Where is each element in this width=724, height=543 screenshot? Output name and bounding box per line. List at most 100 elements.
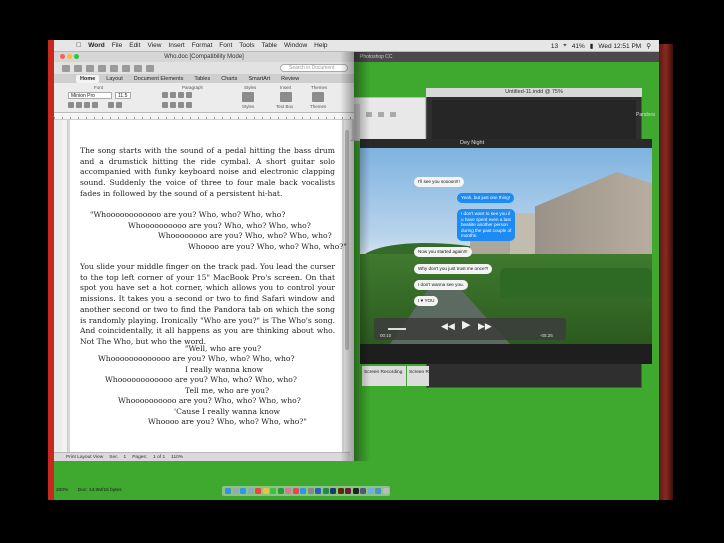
search-icon[interactable]: ⚲ bbox=[646, 42, 651, 50]
messages-icon[interactable] bbox=[270, 488, 276, 494]
music-icon[interactable] bbox=[292, 488, 299, 494]
excel-icon[interactable] bbox=[322, 488, 329, 494]
bullets-icon[interactable] bbox=[162, 92, 168, 98]
video-titlebar[interactable]: Dey Night bbox=[360, 139, 652, 148]
menu-view[interactable]: View bbox=[147, 42, 161, 49]
facetime-icon[interactable] bbox=[277, 488, 284, 494]
search-input[interactable]: Search in Document bbox=[280, 64, 348, 72]
print-icon[interactable] bbox=[98, 64, 106, 72]
styles-button-label[interactable]: Styles bbox=[242, 104, 254, 109]
canvas-zoom[interactable]: 200% bbox=[56, 488, 68, 493]
pandora-tab[interactable]: Pandora bbox=[636, 112, 655, 118]
font-name-select[interactable]: Minion Pro bbox=[68, 92, 112, 99]
horizontal-ruler[interactable] bbox=[54, 113, 354, 120]
appstore-icon[interactable] bbox=[300, 488, 306, 494]
new-document-icon[interactable] bbox=[62, 64, 70, 72]
clock[interactable]: Wed 12:51 PM bbox=[598, 43, 641, 50]
notes-icon[interactable] bbox=[262, 488, 269, 494]
strikethrough-icon[interactable] bbox=[92, 102, 98, 108]
themes-button-label[interactable]: Themes bbox=[310, 104, 326, 109]
wifi-icon[interactable]: ⌖ bbox=[563, 42, 567, 50]
highlight-icon[interactable] bbox=[108, 102, 114, 108]
justify-icon[interactable] bbox=[186, 102, 192, 108]
minimize-button[interactable] bbox=[67, 54, 72, 59]
indesign-icon[interactable] bbox=[345, 488, 351, 494]
numbering-icon[interactable] bbox=[170, 92, 176, 98]
indesign-titlebar[interactable]: Untitled-11.indd @ 75% bbox=[426, 88, 642, 97]
menu-window[interactable]: Window bbox=[284, 42, 307, 49]
finder-folder-icon[interactable] bbox=[378, 112, 384, 117]
apple-icon[interactable]:  bbox=[76, 42, 81, 49]
finder-item[interactable]: Screen R bbox=[407, 366, 429, 386]
align-left-icon[interactable] bbox=[162, 102, 168, 108]
indent-icon[interactable] bbox=[186, 92, 192, 98]
volume-slider[interactable] bbox=[388, 328, 406, 330]
terminal-icon[interactable] bbox=[352, 488, 359, 494]
document-text[interactable]: The song starts with the sound of a peda… bbox=[80, 146, 335, 210]
finder-icon[interactable] bbox=[225, 488, 231, 494]
tab-home[interactable]: Home bbox=[76, 74, 100, 83]
bold-icon[interactable] bbox=[68, 102, 74, 108]
themes-icon[interactable] bbox=[312, 92, 324, 102]
video-frame[interactable] bbox=[360, 148, 652, 344]
tab-charts[interactable]: Charts bbox=[217, 75, 241, 83]
quicktime-icon[interactable] bbox=[360, 488, 366, 494]
illustrator-icon[interactable] bbox=[337, 488, 344, 494]
font-color-icon[interactable] bbox=[116, 102, 122, 108]
menu-font[interactable]: Font bbox=[219, 42, 232, 49]
menu-edit[interactable]: Edit bbox=[129, 42, 140, 49]
tab-document-elements[interactable]: Document Elements bbox=[130, 75, 188, 83]
rewind-icon[interactable]: ◀◀ bbox=[441, 322, 455, 331]
menu-table[interactable]: Table bbox=[261, 42, 277, 49]
menu-insert[interactable]: Insert bbox=[168, 42, 184, 49]
safari-icon[interactable] bbox=[240, 488, 246, 494]
save-icon[interactable] bbox=[86, 64, 94, 72]
photos-icon[interactable] bbox=[285, 488, 291, 494]
close-button[interactable] bbox=[60, 54, 65, 59]
tab-layout[interactable]: Layout bbox=[102, 75, 127, 83]
align-right-icon[interactable] bbox=[178, 102, 184, 108]
finder-folder-icon[interactable] bbox=[366, 112, 372, 117]
underline-icon[interactable] bbox=[84, 102, 90, 108]
finder-item[interactable]: Screen Recording bbox=[362, 366, 406, 386]
folder-icon[interactable] bbox=[367, 488, 374, 494]
format-icon[interactable] bbox=[134, 64, 142, 72]
zoom-button[interactable] bbox=[74, 54, 79, 59]
outdent-icon[interactable] bbox=[178, 92, 184, 98]
finder-folder-icon[interactable] bbox=[390, 112, 396, 117]
menu-app-name[interactable]: Word bbox=[88, 42, 105, 49]
tab-review[interactable]: Review bbox=[277, 75, 303, 83]
calendar-icon[interactable] bbox=[255, 488, 261, 494]
word-titlebar[interactable]: Who.doc [Compatibility Mode] bbox=[54, 52, 354, 62]
battery-icon[interactable]: ▮ bbox=[590, 42, 594, 50]
font-size-select[interactable]: 11.5 bbox=[115, 92, 131, 99]
downloads-icon[interactable] bbox=[375, 488, 381, 494]
launchpad-icon[interactable] bbox=[232, 488, 239, 494]
open-icon[interactable] bbox=[74, 64, 82, 72]
tab-tables[interactable]: Tables bbox=[190, 75, 214, 83]
play-icon[interactable]: ▶ bbox=[462, 320, 470, 331]
sidebar-icon[interactable] bbox=[146, 64, 154, 72]
redo-icon[interactable] bbox=[122, 64, 130, 72]
undo-icon[interactable] bbox=[110, 64, 118, 72]
preferences-icon[interactable] bbox=[307, 488, 314, 494]
menu-tools[interactable]: Tools bbox=[239, 42, 254, 49]
scroll-thumb[interactable] bbox=[345, 130, 349, 350]
trash-icon[interactable] bbox=[382, 488, 389, 494]
styles-icon[interactable] bbox=[242, 92, 254, 102]
menu-file[interactable]: File bbox=[112, 42, 122, 49]
view-mode[interactable]: Print Layout View bbox=[66, 455, 103, 460]
align-center-icon[interactable] bbox=[170, 102, 176, 108]
menu-help[interactable]: Help bbox=[314, 42, 327, 49]
mail-icon[interactable] bbox=[247, 488, 254, 494]
word-icon[interactable] bbox=[315, 488, 321, 494]
tab-smartart[interactable]: SmartArt bbox=[244, 75, 274, 83]
status-count[interactable]: 13 bbox=[551, 43, 558, 50]
menu-format[interactable]: Format bbox=[192, 42, 213, 49]
text-box-button-label[interactable]: Text Box bbox=[276, 104, 293, 109]
battery-percent[interactable]: 41% bbox=[572, 43, 585, 50]
zoom-level[interactable]: 110% bbox=[171, 455, 183, 460]
text-box-icon[interactable] bbox=[280, 92, 292, 102]
fast-forward-icon[interactable]: ▶▶ bbox=[478, 322, 492, 331]
italic-icon[interactable] bbox=[76, 102, 82, 108]
